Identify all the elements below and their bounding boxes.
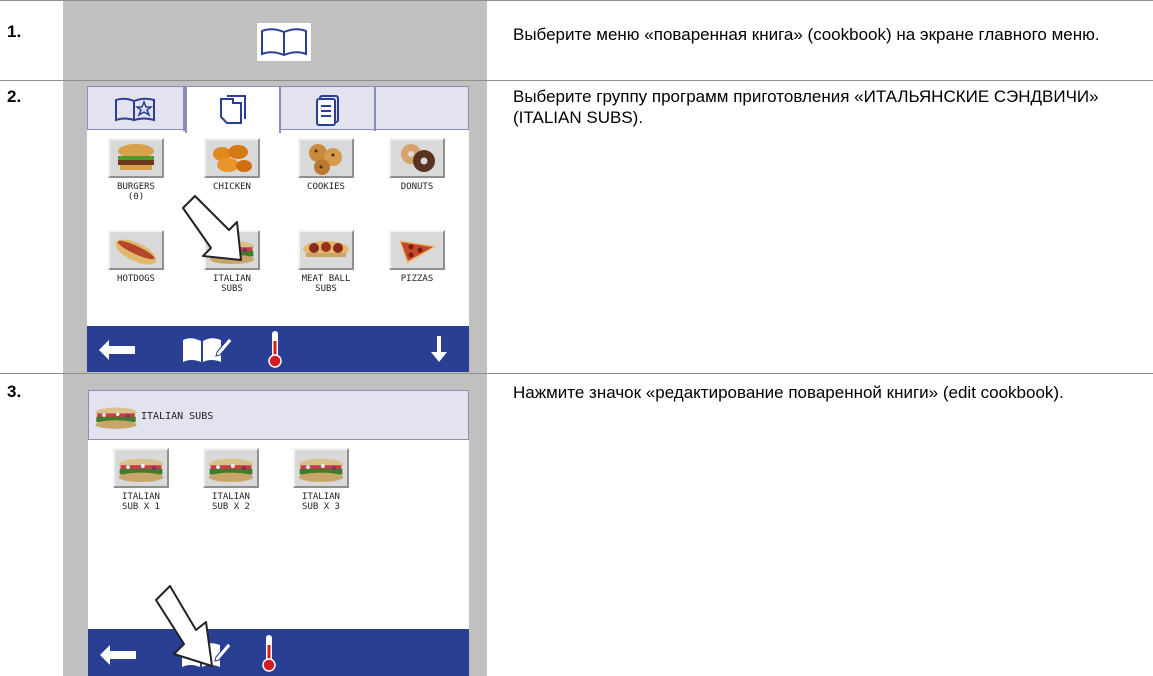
group-pizzas[interactable]: PIZZAS	[386, 230, 448, 284]
step-description: Выберите меню «поваренная книга» (cookbo…	[513, 25, 1100, 44]
group-cookies[interactable]: COOKIES	[295, 138, 357, 192]
group-meatball-subs[interactable]: MEAT BALL SUBS	[295, 230, 357, 294]
burger-icon	[108, 138, 164, 178]
group-header: ITALIAN SUBS	[88, 390, 469, 440]
edit-cookbook-icon[interactable]	[179, 332, 233, 366]
tab-cookbook[interactable]	[185, 87, 281, 133]
step-number: 2.	[7, 87, 22, 106]
step-description: Выберите группу программ приготовления «…	[513, 87, 1099, 127]
documents-icon	[220, 95, 246, 124]
tab-favorites[interactable]	[88, 87, 185, 131]
book-icon	[261, 28, 307, 57]
italian-sub-icon	[203, 448, 259, 488]
step-number: 3.	[7, 382, 22, 401]
italian-sub-icon	[113, 448, 169, 488]
tab-empty[interactable]	[376, 87, 470, 131]
step-number: 1.	[7, 22, 22, 41]
group-hotdogs[interactable]: HOTDOGS	[105, 230, 167, 284]
chicken-icon	[204, 138, 260, 178]
bottom-toolbar	[87, 326, 469, 372]
back-arrow-icon[interactable]	[98, 641, 142, 671]
thermometer-icon[interactable]	[259, 633, 279, 673]
book-star-icon	[114, 97, 155, 122]
meatball-sub-icon	[298, 230, 354, 270]
italian-sub-icon	[293, 448, 349, 488]
italian-sub-icon	[95, 407, 137, 429]
cookbook-screen: BURGERS (0) CHICKEN COOKIES DONUTS HOTDO…	[87, 86, 469, 372]
italian-subs-screen: ITALIAN SUBS ITALIAN SUB X 1 ITALIAN SUB…	[88, 390, 469, 676]
down-arrow-icon[interactable]	[429, 334, 449, 364]
pizza-icon	[389, 230, 445, 270]
pointer-arrow-icon	[155, 585, 213, 667]
bottom-toolbar	[88, 629, 469, 676]
thermometer-icon[interactable]	[265, 329, 285, 369]
recipe-italian-sub-1[interactable]: ITALIAN SUB X 1	[110, 448, 172, 512]
cookbook-menu-button[interactable]	[256, 22, 312, 62]
donuts-icon	[389, 138, 445, 178]
group-burgers[interactable]: BURGERS (0)	[105, 138, 167, 202]
group-title: ITALIAN SUBS	[141, 411, 214, 422]
cookbook-tabbar	[87, 86, 470, 133]
group-donuts[interactable]: DONUTS	[386, 138, 448, 192]
document-list-icon	[315, 95, 339, 126]
step-description: Нажмите значок «редактирование поваренно…	[513, 383, 1064, 402]
tab-recipes[interactable]	[281, 87, 376, 131]
cookies-icon	[298, 138, 354, 178]
pointer-arrow-icon	[182, 195, 242, 261]
hotdog-icon	[108, 230, 164, 270]
back-arrow-icon[interactable]	[97, 336, 141, 366]
group-chicken[interactable]: CHICKEN	[201, 138, 263, 192]
recipe-italian-sub-3[interactable]: ITALIAN SUB X 3	[290, 448, 352, 512]
recipe-italian-sub-2[interactable]: ITALIAN SUB X 2	[200, 448, 262, 512]
